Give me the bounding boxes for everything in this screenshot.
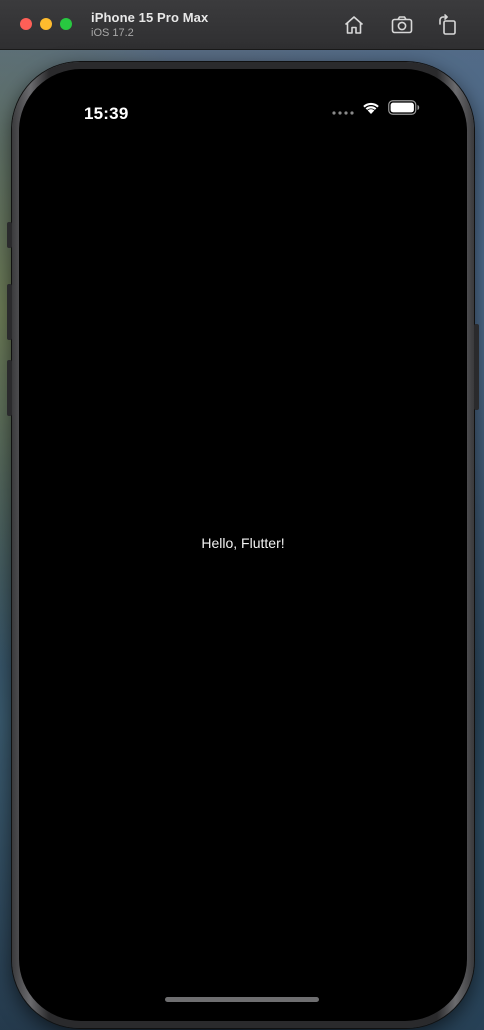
action-button[interactable]: [7, 222, 12, 248]
device-screen[interactable]: 15:39 Hello, Flutter!: [19, 69, 467, 1021]
screenshot-icon[interactable]: [390, 13, 414, 37]
minimize-window-button[interactable]: [40, 18, 52, 30]
home-icon[interactable]: [342, 13, 366, 37]
device-name: iPhone 15 Pro Max: [91, 10, 209, 25]
status-time: 15:39: [84, 104, 129, 123]
iphone-device-frame: 15:39 Hello, Flutter!: [7, 62, 479, 1028]
power-button[interactable]: [474, 324, 479, 410]
volume-down-button[interactable]: [7, 360, 12, 416]
battery-icon: [388, 100, 420, 115]
wifi-icon: [361, 99, 381, 115]
rotate-icon[interactable]: [436, 13, 460, 37]
cellular-dots-icon: [332, 111, 354, 115]
home-indicator[interactable]: [165, 997, 319, 1002]
hello-text: Hello, Flutter!: [201, 535, 285, 551]
os-version: iOS 17.2: [91, 27, 134, 39]
zoom-window-button[interactable]: [60, 18, 72, 30]
close-window-button[interactable]: [20, 18, 32, 30]
volume-up-button[interactable]: [7, 284, 12, 340]
simulator-titlebar: iPhone 15 Pro Max iOS 17.2: [0, 0, 484, 50]
